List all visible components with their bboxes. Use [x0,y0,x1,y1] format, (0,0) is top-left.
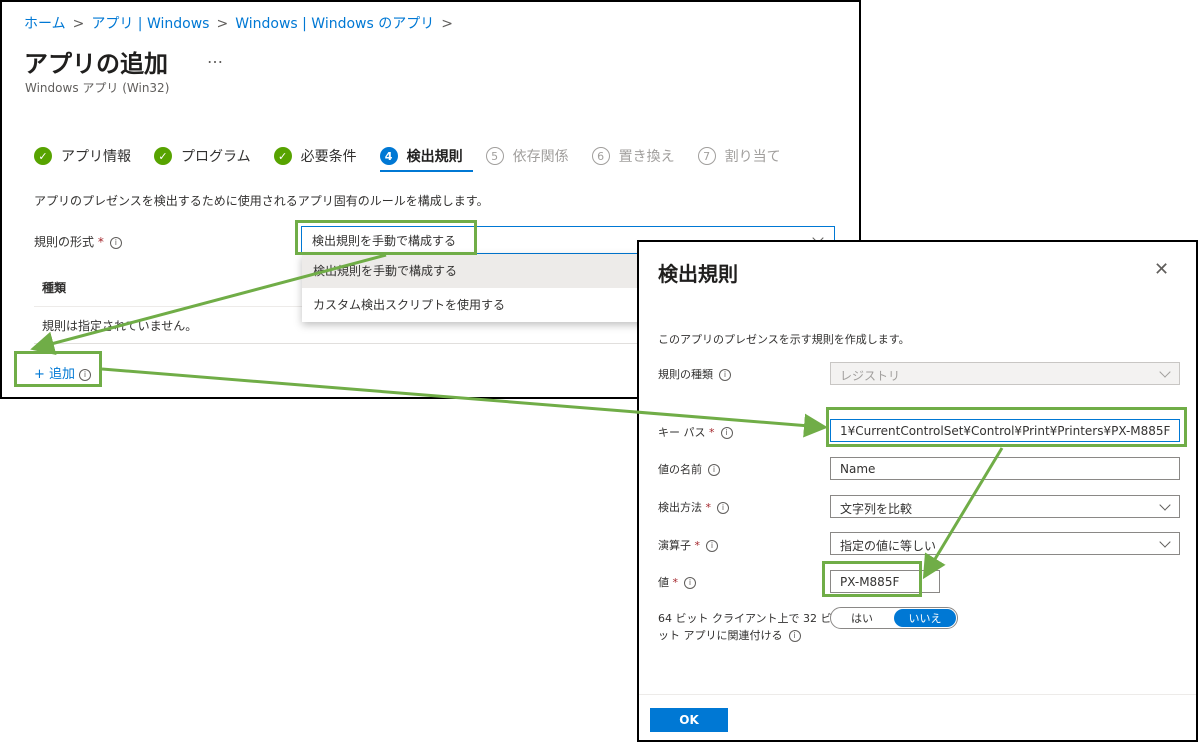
page-title: アプリの追加 [24,50,168,78]
required-mark: * [97,235,104,249]
info-icon[interactable]: i [720,427,733,439]
detection-method-select[interactable]: 文字列を比較 [830,495,1180,518]
chevron-down-icon [1159,499,1171,511]
operator-value: 指定の値に等しい [840,539,937,553]
operator-select[interactable]: 指定の値に等しい [830,532,1180,555]
toggle-yes[interactable]: はい [831,608,893,628]
info-icon[interactable]: i [706,540,718,552]
step-assignments[interactable]: 7 割り当て [697,145,781,167]
bit64-toggle[interactable]: はい いいえ [830,607,958,629]
rule-type-label: 規則の種類 i [658,366,731,382]
rule-format-label: 規則の形式 * i [34,233,122,250]
rule-type-value: レジストリ [840,369,901,383]
breadcrumb-separator: > [441,16,453,32]
close-icon[interactable]: ✕ [1154,259,1169,280]
step-app-info[interactable]: ✓ アプリ情報 [34,145,131,167]
value-name-value: Name [840,462,876,476]
breadcrumb-separator: > [72,16,85,32]
info-icon[interactable]: i [109,236,122,249]
detection-method-value: 文字列を比較 [840,502,913,516]
page-subtitle: Windows アプリ (Win32) [25,81,170,95]
detection-rule-dialog: 検出規則 ✕ このアプリのプレゼンスを示す規則を作成します。 規則の種類 i レジ… [637,240,1198,742]
chevron-down-icon [1159,536,1171,548]
step-label: 割り当て [724,149,781,165]
check-icon: ✓ [34,147,52,165]
value-name-label: 値の名前 i [658,461,720,477]
rule-type-select: レジストリ [830,362,1180,385]
operator-label-text: 演算子 [658,539,691,552]
detection-method-label: 検出方法 * i [658,499,729,515]
active-step-indicator [380,170,473,172]
check-icon: ✓ [273,147,292,165]
value-label: 値 * i [658,574,696,590]
breadcrumb-apps-windows[interactable]: アプリ | Windows [91,16,209,32]
toggle-no[interactable]: いいえ [894,609,956,627]
info-icon[interactable]: i [708,464,720,476]
highlight-rule-format [295,220,477,255]
bit64-label-line2: ット アプリに関連付ける [658,629,783,642]
highlight-value [822,561,922,597]
detection-method-label-text: 検出方法 [658,501,702,514]
value-label-text: 値 [658,576,669,589]
key-path-label-text: キー パス [658,426,706,439]
step-detection-rules[interactable]: 4 検出規則 [379,145,463,167]
value-name-label-text: 値の名前 [658,463,702,476]
required-mark: * [694,539,701,552]
table-empty-message: 規則は指定されていません。 [42,319,198,333]
table-divider [34,306,344,307]
rule-format-label-text: 規則の形式 [34,235,95,249]
step-supersedence[interactable]: 6 置き換え [591,145,675,167]
step-label: プログラム [181,149,251,165]
key-path-label: キー パス * i [658,424,733,440]
step-label: アプリ情報 [61,149,131,165]
info-icon[interactable]: i [684,577,696,589]
check-icon: ✓ [154,147,172,165]
bit64-label-line1: 64 ビット クライアント上で 32 ビ [658,612,832,625]
step-number: 4 [379,147,398,165]
step-label: 置き換え [618,149,675,165]
step-label: 検出規則 [406,149,463,165]
highlight-key-path [826,407,1187,447]
step-number: 5 [485,147,504,165]
breadcrumb-windows-apps[interactable]: Windows | Windows のアプリ [235,16,434,32]
value-name-input[interactable]: Name [830,457,1180,480]
step-dependencies[interactable]: 5 依存関係 [485,145,569,167]
ok-button[interactable]: OK [650,708,728,732]
step-label: 必要条件 [300,149,357,165]
detection-description: アプリのプレゼンスを検出するために使用されるアプリ固有のルールを構成します。 [34,194,489,208]
footer-divider [639,694,1196,695]
highlight-add-button [14,351,102,387]
wizard-steps: ✓ アプリ情報 ✓ プログラム ✓ 必要条件 4 検出規則 5 依存関係 6 置き換え 7 割り当て [34,145,804,167]
more-options-button[interactable]: … [207,48,223,67]
info-icon[interactable]: i [717,502,729,514]
step-program[interactable]: ✓ プログラム [154,145,251,167]
breadcrumb-separator: > [216,16,229,32]
dialog-title: 検出規則 [658,262,738,286]
dialog-description: このアプリのプレゼンスを示す規則を作成します。 [658,333,910,346]
rule-type-label-text: 規則の種類 [658,368,713,381]
operator-label: 演算子 * i [658,537,718,553]
bit64-label: 64 ビット クライアント上で 32 ビット アプリに関連付ける i [658,610,832,644]
required-mark: * [709,426,715,439]
info-icon[interactable]: i [788,630,801,642]
info-icon[interactable]: i [719,369,731,381]
table-header-type: 種類 [42,281,67,295]
step-number: 6 [591,147,610,165]
step-requirements[interactable]: ✓ 必要条件 [273,145,357,167]
required-mark: * [705,501,712,514]
step-label: 依存関係 [512,149,569,165]
required-mark: * [672,576,679,589]
breadcrumb-home[interactable]: ホーム [24,16,66,32]
step-number: 7 [697,147,716,165]
breadcrumb: ホーム > アプリ | Windows > Windows | Windows のアプリ… [24,13,460,33]
chevron-down-icon [1159,366,1171,378]
